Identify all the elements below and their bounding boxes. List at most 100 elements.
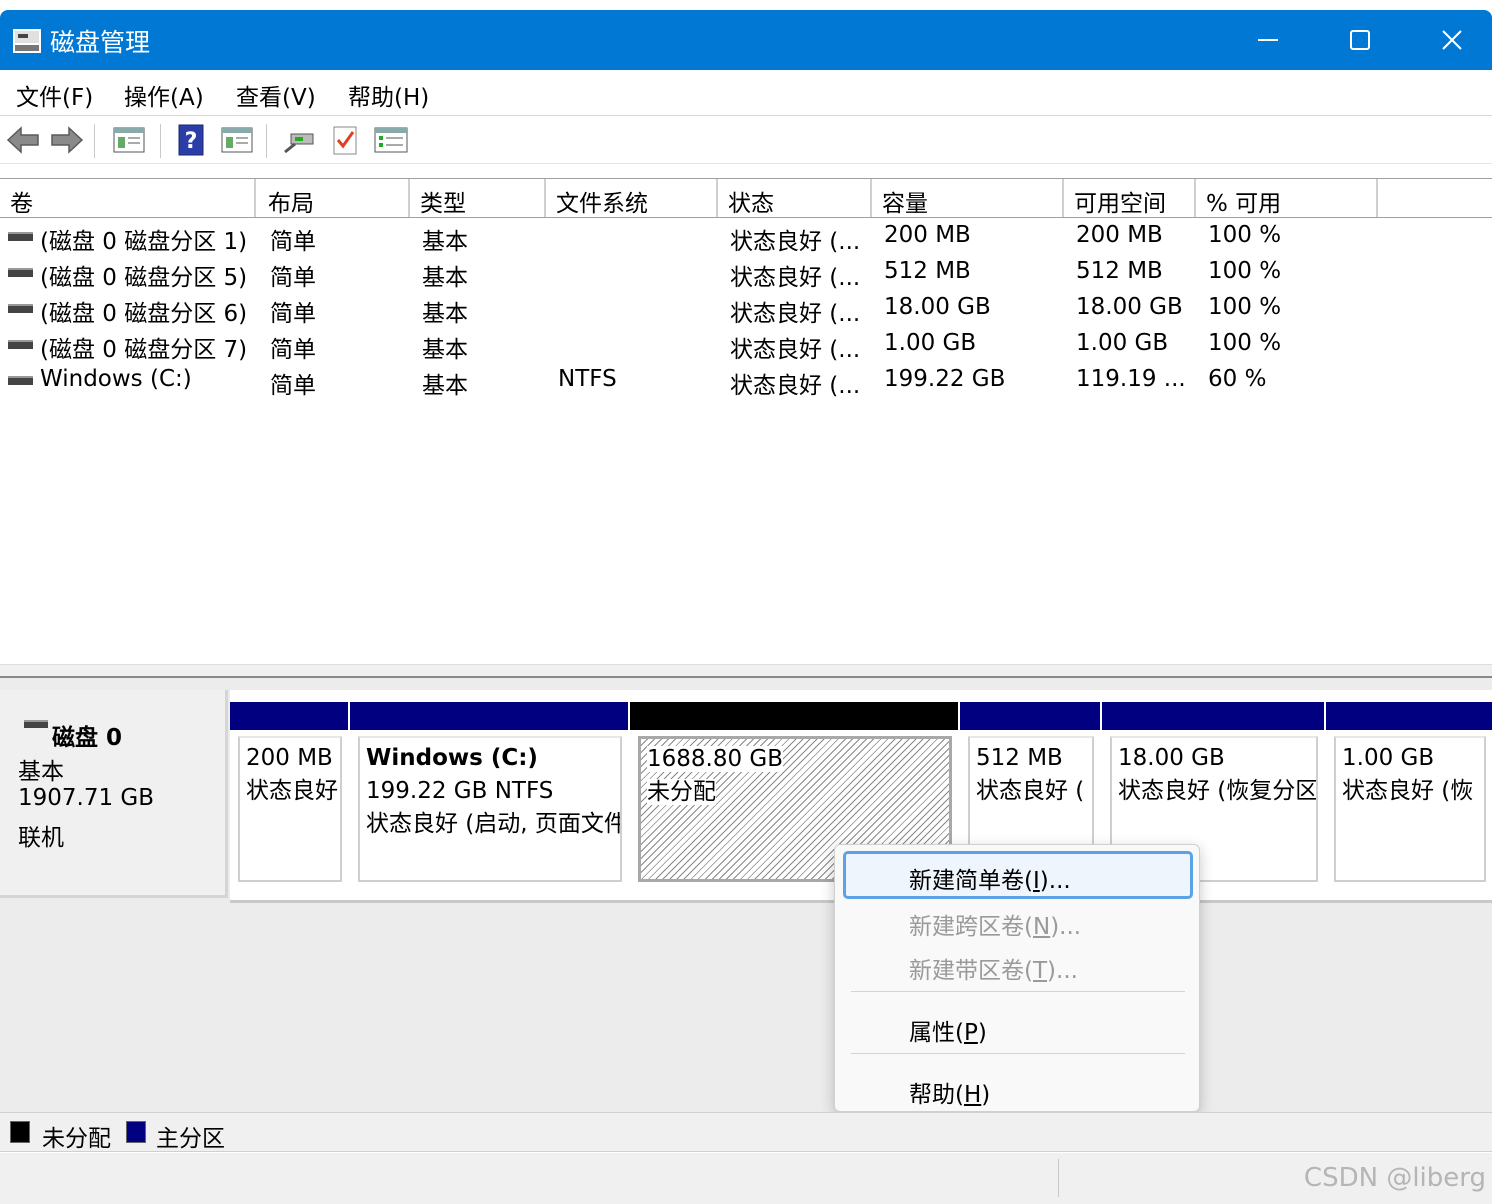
menu-item-help[interactable]: 帮助(H) (843, 1065, 1193, 1113)
legend-bar: 未分配 主分区 (0, 1112, 1492, 1152)
cell-free-space: 1.00 GB (1076, 330, 1169, 356)
cell-layout: 简单 (270, 301, 316, 327)
pane-splitter[interactable] (0, 664, 1492, 678)
partition-details: 1.00 GB 状态良好 (恢 (1334, 736, 1486, 882)
cell-volume: (磁盘 0 磁盘分区 5) (40, 265, 248, 291)
partition-block[interactable]: 200 MB 状态良好 (230, 690, 348, 900)
minimize-button[interactable] (1222, 10, 1314, 70)
cell-layout: 简单 (270, 337, 316, 363)
watermark: CSDN @liberg (1303, 1163, 1486, 1193)
cell-volume: (磁盘 0 磁盘分区 1) (40, 229, 248, 255)
disk-size: 1907.71 GB (18, 785, 155, 811)
cell-free-space: 200 MB (1076, 222, 1163, 248)
help-button[interactable]: ? (172, 122, 210, 158)
menu-help[interactable]: 帮助(H) (348, 78, 429, 112)
table-row[interactable]: Windows (C:) 简单 基本 NTFS 状态良好 (... 199.22… (0, 362, 1492, 399)
properties-list-button[interactable] (372, 122, 410, 158)
partition-size: 200 MB (246, 745, 333, 771)
action-pane-button[interactable] (218, 122, 256, 158)
properties-list-icon (374, 127, 408, 153)
legend-label-primary: 主分区 (156, 1126, 225, 1152)
legend-label-unallocated: 未分配 (42, 1126, 111, 1152)
column-header-percent-free[interactable]: % 可用 (1196, 179, 1378, 217)
cell-status: 状态良好 (... (730, 337, 861, 363)
cell-volume: Windows (C:) (40, 366, 192, 392)
toolbar-separator (160, 124, 161, 158)
cell-capacity: 200 MB (884, 222, 971, 248)
partition-details: Windows (C:) 199.22 GB NTFS 状态良好 (启动, 页面… (358, 736, 622, 882)
close-button[interactable] (1406, 10, 1492, 70)
check-icon (333, 126, 357, 155)
partition-block[interactable]: Windows (C:) 199.22 GB NTFS 状态良好 (启动, 页面… (350, 690, 628, 900)
menu-separator (851, 1053, 1185, 1054)
column-header-status[interactable]: 状态 (718, 179, 872, 217)
cell-volume: (磁盘 0 磁盘分区 7) (40, 337, 248, 363)
menu-file[interactable]: 文件(F) (16, 78, 93, 112)
cell-type: 基本 (422, 265, 468, 291)
column-header-type[interactable]: 类型 (410, 179, 546, 217)
partition-status: 状态良好 (恢 (1342, 778, 1474, 804)
forward-button[interactable] (48, 122, 86, 158)
column-header-free-space[interactable]: 可用空间 (1064, 179, 1196, 217)
toolbar-separator (94, 124, 95, 158)
minimize-icon (1258, 39, 1278, 41)
menu-action[interactable]: 操作(A) (124, 78, 204, 112)
partition-type-bar (230, 702, 348, 730)
cell-layout: 简单 (270, 229, 316, 255)
disk-state: 联机 (18, 825, 64, 851)
menu-bar: 文件(F) 操作(A) 查看(V) 帮助(H) (0, 70, 1492, 116)
drive-icon (8, 304, 33, 313)
table-row[interactable]: (磁盘 0 磁盘分区 5) 简单 基本 状态良好 (... 512 MB 512… (0, 254, 1492, 291)
check-button[interactable] (326, 122, 364, 158)
partition-type-bar (630, 702, 958, 730)
connect-icon (284, 133, 314, 154)
drive-icon (8, 268, 33, 277)
context-menu: 新建简单卷(I)... 新建跨区卷(N)... 新建带区卷(T)... 属性(P… (834, 844, 1200, 1112)
disk-info-panel[interactable]: 磁盘 0 基本 1907.71 GB 联机 (0, 690, 228, 898)
close-icon (1442, 30, 1462, 50)
cell-type: 基本 (422, 373, 468, 399)
legend-swatch-unallocated (10, 1121, 30, 1143)
back-button[interactable] (4, 122, 42, 158)
status-separator (1058, 1159, 1059, 1197)
menu-view[interactable]: 查看(V) (236, 78, 316, 112)
maximize-button[interactable] (1314, 10, 1406, 70)
drive-icon (8, 340, 33, 349)
menu-separator (851, 991, 1185, 992)
help-icon: ? (178, 124, 204, 156)
cell-capacity: 1.00 GB (884, 330, 977, 356)
menu-item-properties[interactable]: 属性(P) (843, 1003, 1193, 1051)
partition-size: 199.22 GB NTFS (366, 778, 554, 804)
partition-type-bar (1102, 702, 1324, 730)
column-header-filesystem[interactable]: 文件系统 (546, 179, 718, 217)
connect-button[interactable] (280, 122, 318, 158)
disk-management-icon (13, 29, 41, 53)
drive-icon (8, 376, 33, 385)
cell-type: 基本 (422, 301, 468, 327)
partition-status: 状态良好 ( (976, 778, 1085, 804)
partition-details: 200 MB 状态良好 (238, 736, 342, 882)
menu-item-new-simple-volume[interactable]: 新建简单卷(I)... (843, 851, 1193, 899)
partition-status: 状态良好 (启动, 页面文件 (366, 811, 622, 837)
window-title: 磁盘管理 (50, 28, 151, 57)
cell-percent-free: 100 % (1208, 294, 1282, 320)
cell-status: 状态良好 (... (730, 265, 861, 291)
partition-status: 状态良好 (恢复分区 (1118, 778, 1318, 804)
table-row[interactable]: (磁盘 0 磁盘分区 6) 简单 基本 状态良好 (... 18.00 GB 1… (0, 290, 1492, 327)
status-bar: CSDN @liberg (0, 1153, 1492, 1204)
cell-filesystem: NTFS (558, 366, 617, 392)
column-header-capacity[interactable]: 容量 (872, 179, 1064, 217)
menu-item-new-spanned-volume: 新建跨区卷(N)... (909, 914, 1082, 940)
cell-capacity: 199.22 GB (884, 366, 1006, 392)
partition-block[interactable]: 1.00 GB 状态良好 (恢 (1326, 690, 1492, 900)
column-header-volume[interactable]: 卷 (0, 179, 256, 217)
volume-list: 卷 布局 类型 文件系统 状态 容量 可用空间 % 可用 (磁盘 0 磁盘分区 … (0, 164, 1492, 664)
column-header-layout[interactable]: 布局 (258, 179, 410, 217)
table-row[interactable]: (磁盘 0 磁盘分区 7) 简单 基本 状态良好 (... 1.00 GB 1.… (0, 326, 1492, 363)
console-tree-button[interactable] (110, 122, 148, 158)
cell-percent-free: 60 % (1208, 366, 1267, 392)
disk-type: 基本 (18, 759, 64, 785)
table-row[interactable]: (磁盘 0 磁盘分区 1) 简单 基本 状态良好 (... 200 MB 200… (0, 218, 1492, 255)
toolbar: ? (0, 116, 1492, 164)
partition-size: 1688.80 GB (647, 746, 784, 772)
